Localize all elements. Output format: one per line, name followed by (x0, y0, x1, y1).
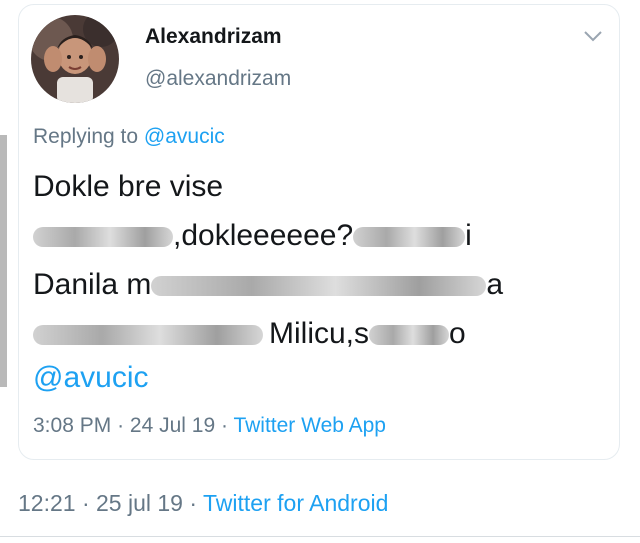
redaction-smudge (353, 227, 466, 248)
outer-source-link[interactable]: Twitter for Android (203, 490, 388, 516)
tweet-date[interactable]: 24 Jul 19 (130, 414, 215, 437)
replying-to: Replying to @avucic (33, 125, 225, 149)
tweet-text-fragment: Milicu,s (269, 317, 370, 350)
tweet-text-fragment: o (449, 317, 466, 350)
replying-handle-link[interactable]: @avucic (144, 125, 225, 148)
tweet-source-link[interactable]: Twitter Web App (233, 414, 386, 437)
tweet-text-line-3: Danila m a (33, 268, 503, 302)
scroll-edge-strip (0, 135, 7, 387)
replying-prefix: Replying to (33, 125, 139, 148)
tweet-text-line-2: ,dokleeeeee? i (33, 219, 472, 253)
tweet-meta: 3:08 PM · 24 Jul 19 · Twitter Web App (33, 414, 386, 438)
outer-tweet-meta: 12:21 · 25 jul 19 · Twitter for Android (18, 490, 388, 517)
tweet-time[interactable]: 3:08 PM (33, 414, 111, 437)
avatar-image (31, 15, 119, 103)
meta-separator: · (189, 490, 198, 516)
tweet-text-fragment: i (465, 219, 472, 252)
tweet-text-line-4: Milicu,s o (33, 317, 466, 351)
tweet-text-line-1: Dokle bre vise (33, 170, 224, 203)
tweet-mention-link[interactable]: @avucic (33, 361, 149, 395)
author-display-name[interactable]: Alexandrizam (145, 25, 282, 49)
outer-time[interactable]: 12:21 (18, 490, 76, 516)
divider (0, 536, 640, 537)
redaction-smudge (369, 325, 450, 346)
meta-separator: · (220, 414, 228, 437)
avatar[interactable] (31, 15, 119, 103)
meta-separator: · (117, 414, 125, 437)
redaction-smudge (151, 276, 487, 297)
redaction-smudge (33, 325, 263, 346)
meta-separator: · (81, 490, 90, 516)
tweet-text-fragment: a (486, 268, 504, 301)
tweet-card[interactable]: Alexandrizam @alexandrizam Replying to @… (18, 4, 620, 460)
tweet-text-fragment: Danila m (33, 268, 152, 301)
tweet-text-fragment: ,dokleeeeee? (173, 219, 354, 252)
redaction-smudge (33, 227, 173, 248)
author-handle[interactable]: @alexandrizam (145, 67, 291, 91)
outer-date[interactable]: 25 jul 19 (96, 490, 183, 516)
chevron-down-icon[interactable] (582, 27, 604, 45)
